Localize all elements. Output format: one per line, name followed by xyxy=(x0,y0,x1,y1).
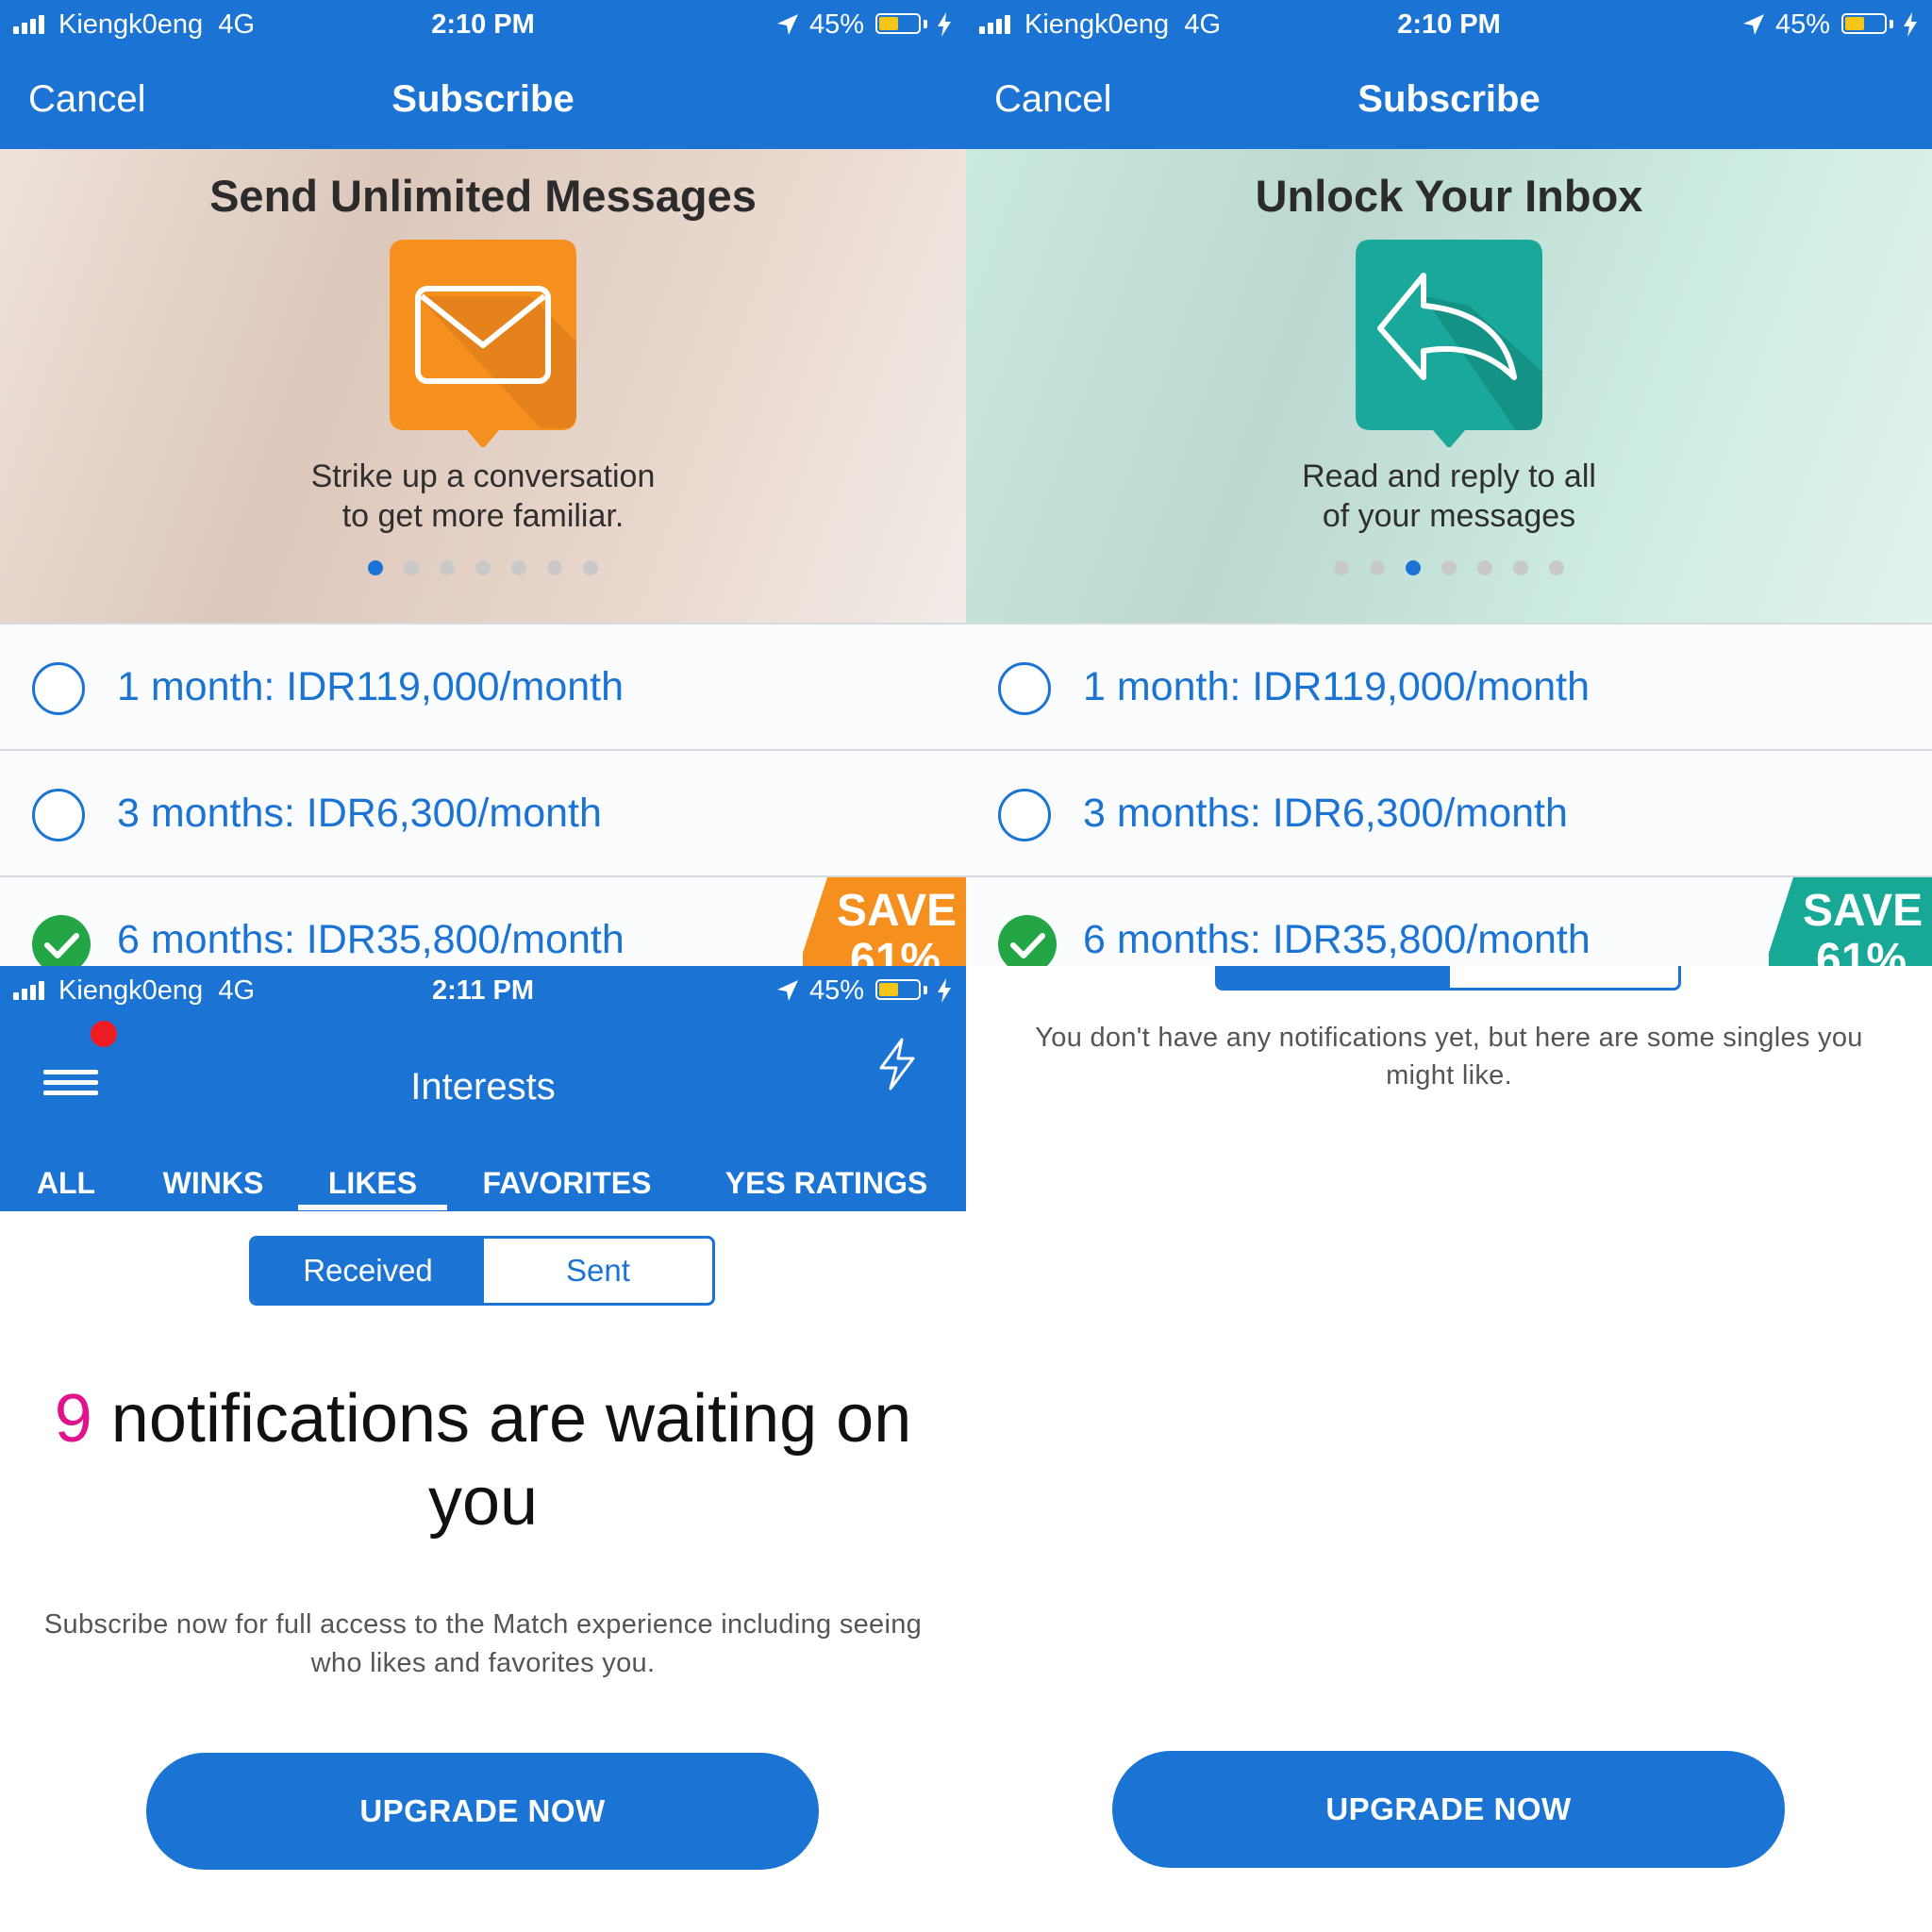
carousel-dots[interactable] xyxy=(0,560,966,575)
tab-all[interactable]: ALL xyxy=(28,1145,104,1221)
radio-unchecked-icon[interactable] xyxy=(998,662,1051,715)
interests-screen: Kiengk0eng 4G 2:11 PM 45% Interests ALL … xyxy=(0,966,966,1932)
feature-title: Send Unlimited Messages xyxy=(209,171,757,221)
carousel-dot[interactable] xyxy=(1334,560,1349,575)
carousel-dot[interactable] xyxy=(404,560,419,575)
carousel-dot[interactable] xyxy=(1441,560,1457,575)
carousel-dot[interactable] xyxy=(583,560,598,575)
carousel-dot[interactable] xyxy=(1549,560,1564,575)
lightning-bolt-icon[interactable] xyxy=(875,1038,919,1091)
status-bar: Kiengk0eng 4G 2:11 PM 45% xyxy=(0,966,966,1015)
battery-percent: 45% xyxy=(1775,9,1831,40)
carousel-dots[interactable] xyxy=(966,560,1932,575)
envelope-icon xyxy=(390,240,576,447)
notification-count: 9 xyxy=(54,1381,92,1457)
sent-segment[interactable]: Sent xyxy=(484,1239,712,1303)
received-sent-toggle[interactable]: Received Sent xyxy=(1215,966,1681,991)
plan-label: 6 months: IDR35,800/month xyxy=(117,917,625,962)
carousel-dot[interactable] xyxy=(1406,560,1421,575)
radio-unchecked-icon[interactable] xyxy=(998,789,1051,841)
plan-label: 1 month: IDR119,000/month xyxy=(1083,664,1591,709)
feature-title: Unlock Your Inbox xyxy=(1255,171,1643,221)
status-bar: Kiengk0eng 4G 2:10 PM 45% xyxy=(966,0,1932,49)
carousel-dot[interactable] xyxy=(440,560,455,575)
carousel-dot[interactable] xyxy=(475,560,491,575)
reply-arrow-icon xyxy=(1356,240,1542,447)
notification-headline-text: notifications are waiting on you xyxy=(92,1381,912,1540)
battery-icon xyxy=(875,13,921,34)
active-tab-indicator xyxy=(298,1205,447,1210)
carousel-dot[interactable] xyxy=(1513,560,1528,575)
tab-winks[interactable]: WINKS xyxy=(151,1145,275,1221)
checkmark-selected-icon[interactable] xyxy=(998,915,1057,966)
feature-description: Strike up a conversation to get more fam… xyxy=(310,458,656,534)
charging-bolt-icon xyxy=(938,978,951,1003)
location-arrow-icon xyxy=(1743,14,1764,35)
nav-bar: Cancel Subscribe xyxy=(966,49,1932,149)
battery-percent: 45% xyxy=(809,975,865,1006)
battery-icon xyxy=(875,979,921,1000)
plan-label: 3 months: IDR6,300/month xyxy=(1083,791,1568,836)
location-arrow-icon xyxy=(777,980,798,1001)
received-segment[interactable]: Received xyxy=(252,1239,484,1303)
tab-favorites[interactable]: FAVORITES xyxy=(475,1145,658,1221)
received-sent-toggle[interactable]: Received Sent xyxy=(249,1236,715,1306)
interests-screen-empty: Received Sent You don't have any notific… xyxy=(966,966,1932,1932)
feature-carousel[interactable]: Send Unlimited Messages Strike up a conv… xyxy=(0,149,966,625)
page-title: Subscribe xyxy=(1357,78,1541,120)
received-segment[interactable]: Received xyxy=(1218,966,1450,988)
empty-notifications-text: You don't have any notifications yet, bu… xyxy=(1035,1023,1863,1091)
location-arrow-icon xyxy=(777,14,798,35)
nav-bar: Cancel Subscribe xyxy=(0,49,966,149)
carousel-dot[interactable] xyxy=(547,560,562,575)
plan-option-3-months[interactable]: 3 months: IDR6,300/month xyxy=(0,751,966,877)
carousel-dot[interactable] xyxy=(511,560,526,575)
upgrade-now-button[interactable]: UPGRADE NOW xyxy=(1112,1751,1785,1868)
subscribe-promo-text: Subscribe now for full access to the Mat… xyxy=(43,1609,923,1678)
interests-header: Kiengk0eng 4G 2:11 PM 45% Interests ALL … xyxy=(0,966,966,1211)
upgrade-now-button[interactable]: UPGRADE NOW xyxy=(146,1753,819,1870)
save-badge: SAVE 61% xyxy=(803,877,966,966)
plan-option-1-month[interactable]: 1 month: IDR119,000/month xyxy=(0,625,966,751)
plan-label: 1 month: IDR119,000/month xyxy=(117,664,625,709)
tab-yes-ratings[interactable]: YES RATINGS xyxy=(717,1145,936,1221)
save-badge: SAVE 61% xyxy=(1769,877,1932,966)
battery-percent: 45% xyxy=(809,9,865,40)
plan-label: 3 months: IDR6,300/month xyxy=(117,791,602,836)
checkmark-selected-icon[interactable] xyxy=(32,915,91,966)
radio-unchecked-icon[interactable] xyxy=(32,789,85,841)
carousel-dot[interactable] xyxy=(1477,560,1492,575)
charging-bolt-icon xyxy=(1904,12,1917,37)
plan-option-1-month[interactable]: 1 month: IDR119,000/month xyxy=(966,625,1932,751)
status-bar: Kiengk0eng 4G 2:10 PM 45% xyxy=(0,0,966,49)
subscribe-screen-messages: Kiengk0eng 4G 2:10 PM 45% Cancel Subscri… xyxy=(0,0,966,966)
carousel-dot[interactable] xyxy=(368,560,383,575)
sent-segment[interactable]: Sent xyxy=(1450,966,1678,988)
feature-carousel[interactable]: Unlock Your Inbox Read and reply to all … xyxy=(966,149,1932,625)
notification-headline: 9 notifications are waiting on you xyxy=(28,1377,938,1543)
tab-bar: ALL WINKS LIKES FAVORITES YES RATINGS xyxy=(0,1145,966,1211)
plan-label: 6 months: IDR35,800/month xyxy=(1083,917,1591,962)
page-title: Interests xyxy=(410,1066,556,1108)
subscribe-screen-inbox: Kiengk0eng 4G 2:10 PM 45% Cancel Subscri… xyxy=(966,0,1932,966)
radio-unchecked-icon[interactable] xyxy=(32,662,85,715)
plan-option-3-months[interactable]: 3 months: IDR6,300/month xyxy=(966,751,1932,877)
page-title: Subscribe xyxy=(391,78,575,120)
charging-bolt-icon xyxy=(938,12,951,37)
battery-icon xyxy=(1841,13,1887,34)
feature-description: Read and reply to all of your messages xyxy=(1302,458,1596,534)
carousel-dot[interactable] xyxy=(1370,560,1385,575)
